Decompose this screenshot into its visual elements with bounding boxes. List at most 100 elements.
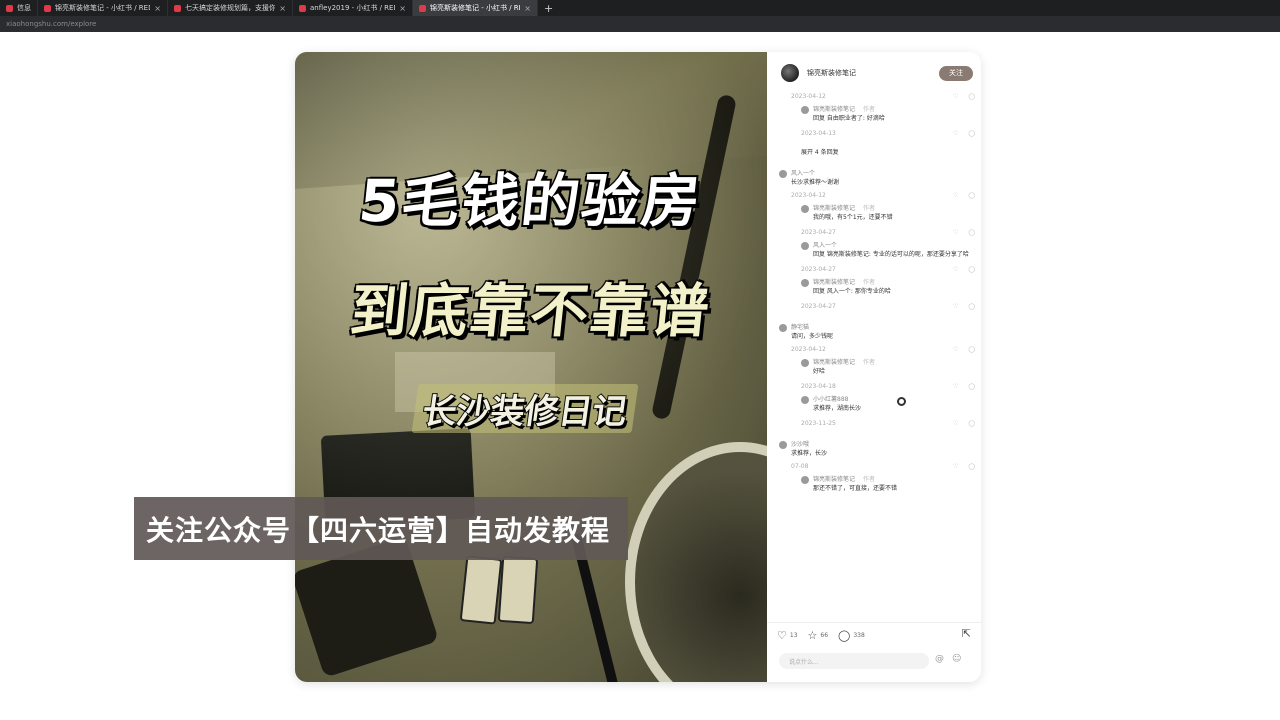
replier-avatar[interactable] bbox=[801, 204, 809, 213]
like-count: 13 bbox=[789, 632, 798, 639]
note-cover-image[interactable]: 5毛钱的验房 到底靠不靠谱 长沙装修日记 bbox=[295, 52, 767, 682]
tab-favicon-icon bbox=[6, 4, 13, 12]
tab-favicon-icon bbox=[44, 4, 51, 12]
reply-icon[interactable]: ◯ bbox=[968, 191, 975, 200]
like-icon[interactable]: ♡ bbox=[953, 462, 958, 471]
reply-item[interactable]: 风入一个 回复 锦亮斯装修笔记: 专业的话可以的呢，那还要分享了哈 bbox=[779, 241, 975, 259]
tab-close-icon[interactable]: × bbox=[154, 4, 161, 13]
tab-label: 锦亮斯装修笔记 - 小红书 / RED bbox=[55, 4, 151, 12]
comment-date: 2023-04-18 bbox=[801, 383, 836, 390]
address-bar[interactable]: xiaohongshu.com/explore bbox=[0, 16, 1280, 32]
reply-icon[interactable]: ◯ bbox=[968, 265, 975, 274]
comment-input[interactable]: 说点什么... bbox=[779, 653, 929, 669]
author-tag: 作者 bbox=[863, 205, 876, 212]
browser-tab[interactable]: 七天搞定装修规划篇，支援你们 × bbox=[168, 0, 293, 16]
cover-subtitle: 长沙装修日记 bbox=[411, 384, 639, 433]
like-icon[interactable]: ♡ bbox=[953, 228, 958, 237]
expand-replies-text[interactable]: 展开 4 条回复 bbox=[801, 149, 839, 156]
like-icon[interactable]: ♡ bbox=[953, 265, 958, 274]
comment-item[interactable]: 沙沙哦 求推荐，长沙 bbox=[779, 440, 975, 458]
replier-avatar[interactable] bbox=[801, 395, 809, 404]
like-icon[interactable]: ♡ bbox=[953, 345, 958, 354]
heart-icon[interactable]: ♡ bbox=[777, 629, 787, 642]
replier-name[interactable]: 锦亮斯装修笔记 bbox=[813, 204, 855, 213]
comment-date: 2023-04-13 bbox=[801, 130, 836, 137]
note-card: 5毛钱的验房 到底靠不靠谱 长沙装修日记 锦亮斯装修笔记 关注 2023-04-… bbox=[295, 52, 981, 682]
collect-count: 66 bbox=[820, 632, 829, 639]
tab-close-icon[interactable]: × bbox=[524, 4, 531, 13]
author-name[interactable]: 锦亮斯装修笔记 bbox=[807, 68, 856, 78]
expand-replies-link[interactable]: 展开 4 条回复 bbox=[779, 148, 975, 157]
reply-icon[interactable]: ◯ bbox=[968, 382, 975, 391]
replier-name[interactable]: 锦亮斯装修笔记 bbox=[813, 105, 855, 114]
share-icon[interactable]: ⇱ bbox=[962, 627, 971, 640]
bottom-strip bbox=[0, 704, 1280, 720]
reply-item[interactable]: 锦亮斯装修笔记 作者 回复 自由职业者了: 好滴哈 bbox=[779, 105, 975, 123]
comment-item[interactable]: 风入一个 长沙求推荐～谢谢 bbox=[779, 169, 975, 187]
commenter-name[interactable]: 静宅猫 bbox=[791, 323, 809, 332]
address-text[interactable]: xiaohongshu.com/explore bbox=[0, 20, 96, 28]
reply-icon[interactable]: ◯ bbox=[968, 302, 975, 311]
author-tag: 作者 bbox=[863, 476, 876, 483]
like-stat[interactable]: ♡ 13 bbox=[777, 629, 798, 642]
replier-name[interactable]: 锦亮斯装修笔记 bbox=[813, 475, 855, 484]
like-icon[interactable]: ♡ bbox=[953, 302, 958, 311]
replier-name[interactable]: 锦亮斯装修笔记 bbox=[813, 278, 855, 287]
like-icon[interactable]: ♡ bbox=[953, 191, 958, 200]
reply-item[interactable]: 锦亮斯装修笔记 作者 回复 风入一个: 那你专业的哈 bbox=[779, 278, 975, 296]
comment-icon[interactable]: ◯ bbox=[838, 629, 850, 642]
comment-meta: 2023-04-12 ♡ ◯ bbox=[779, 345, 975, 354]
author-tag: 作者 bbox=[863, 279, 876, 286]
reply-icon[interactable]: ◯ bbox=[968, 92, 975, 101]
author-tag: 作者 bbox=[863, 359, 876, 366]
commenter-avatar[interactable] bbox=[779, 323, 787, 332]
commenter-avatar[interactable] bbox=[779, 440, 787, 449]
browser-tab[interactable]: anfley2019 - 小红书 / RED × bbox=[293, 0, 413, 16]
tab-label: 信息预约 bbox=[17, 4, 31, 12]
reply-item[interactable]: 锦亮斯装修笔记 作者 我的哦，有5个1元，还要不错 bbox=[779, 204, 975, 222]
browser-tab[interactable]: 锦亮斯装修笔记 - 小红书 / RED × bbox=[38, 0, 168, 16]
reply-item[interactable]: 锦亮斯装修笔记 作者 好哈 bbox=[779, 358, 975, 376]
reply-icon[interactable]: ◯ bbox=[968, 228, 975, 237]
author-avatar[interactable] bbox=[781, 64, 799, 82]
reply-icon[interactable]: ◯ bbox=[968, 419, 975, 428]
tab-close-icon[interactable]: × bbox=[399, 4, 406, 13]
browser-tab[interactable]: 信息预约 bbox=[0, 0, 38, 16]
comment-stat[interactable]: ◯ 338 bbox=[838, 629, 865, 642]
emoji-icon[interactable]: ☺ bbox=[952, 654, 961, 664]
tab-close-icon[interactable]: × bbox=[279, 4, 286, 13]
replier-avatar[interactable] bbox=[801, 105, 809, 114]
like-icon[interactable]: ♡ bbox=[953, 92, 958, 101]
replier-name[interactable]: 锦亮斯装修笔记 bbox=[813, 358, 855, 367]
reply-item[interactable]: 小小红薯888 求推荐，湖南长沙 bbox=[779, 395, 975, 413]
reply-icon[interactable]: ◯ bbox=[968, 345, 975, 354]
commenter-name[interactable]: 沙沙哦 bbox=[791, 440, 809, 449]
like-icon[interactable]: ♡ bbox=[953, 129, 958, 138]
replier-avatar[interactable] bbox=[801, 241, 809, 250]
comment-text: 长沙求推荐～谢谢 bbox=[791, 179, 840, 186]
replier-avatar[interactable] bbox=[801, 475, 809, 484]
replier-avatar[interactable] bbox=[801, 358, 809, 367]
comment-date: 2023-04-12 bbox=[791, 346, 826, 353]
like-icon[interactable]: ♡ bbox=[953, 419, 958, 428]
follow-button[interactable]: 关注 bbox=[939, 65, 973, 81]
replier-name[interactable]: 风入一个 bbox=[813, 241, 837, 250]
comments-list: 2023-04-12 ♡ ◯ 锦亮斯装修笔记 作者 回复 自由职业者了: 好滴哈 2023-… bbox=[779, 88, 975, 493]
collect-stat[interactable]: ☆ 66 bbox=[808, 629, 829, 642]
reply-item[interactable]: 锦亮斯装修笔记 作者 那还不错了，可直接，还要不错 bbox=[779, 475, 975, 493]
reply-icon[interactable]: ◯ bbox=[968, 129, 975, 138]
new-tab-icon[interactable]: + bbox=[538, 2, 559, 15]
tab-label: 锦亮斯装修笔记 - 小红书 / RED bbox=[430, 4, 521, 12]
browser-tab[interactable]: 锦亮斯装修笔记 - 小红书 / RED × bbox=[413, 0, 538, 16]
replier-avatar[interactable] bbox=[801, 278, 809, 287]
star-icon[interactable]: ☆ bbox=[808, 629, 818, 642]
mention-icon[interactable]: @ bbox=[935, 654, 944, 664]
comment-item[interactable]: 静宅猫 请问，多少钱呢 bbox=[779, 323, 975, 341]
commenter-name[interactable]: 风入一个 bbox=[791, 169, 815, 178]
stats-row: ♡ 13 ☆ 66 ◯ 338 bbox=[777, 629, 865, 642]
comment-meta: 2023-04-27 ♡ ◯ bbox=[779, 265, 975, 274]
commenter-avatar[interactable] bbox=[779, 169, 787, 178]
like-icon[interactable]: ♡ bbox=[953, 382, 958, 391]
reply-icon[interactable]: ◯ bbox=[968, 462, 975, 471]
replier-name[interactable]: 小小红薯888 bbox=[813, 395, 848, 404]
